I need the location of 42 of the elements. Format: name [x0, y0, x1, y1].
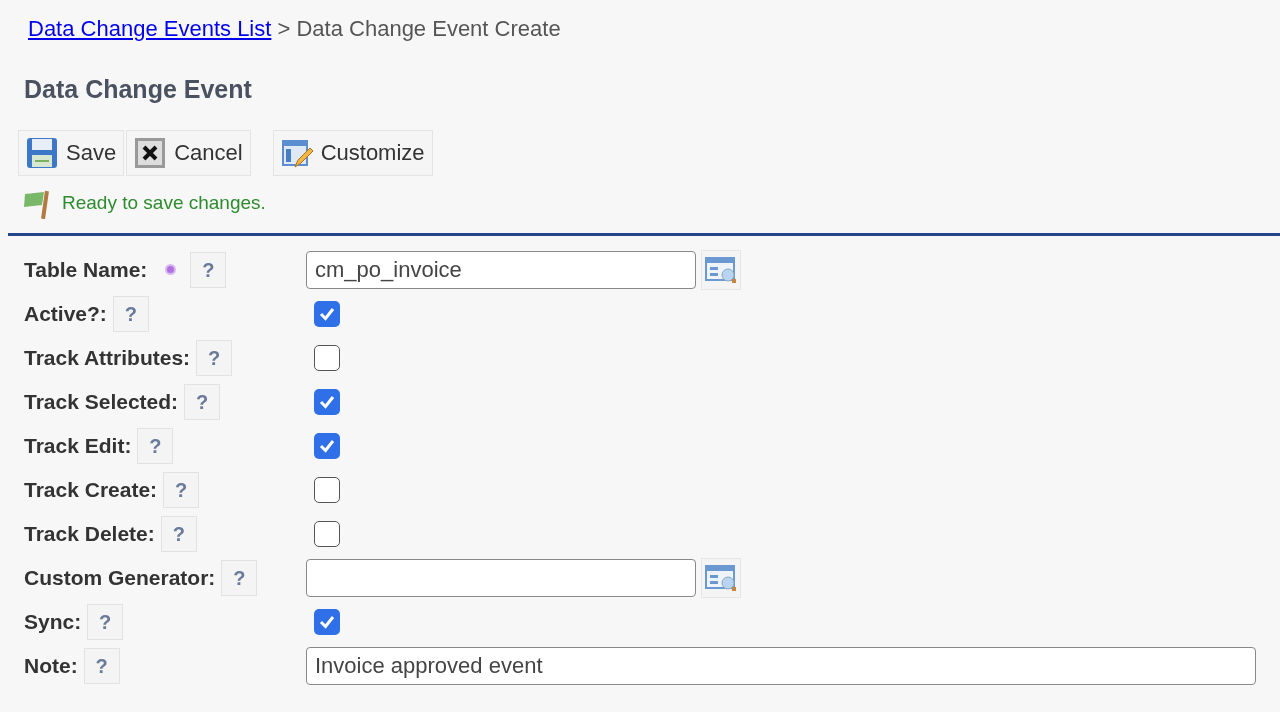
field-label: Track Selected:	[24, 388, 179, 415]
help-button[interactable]: ?	[87, 603, 124, 640]
help-button[interactable]: ?	[190, 251, 227, 288]
help-button[interactable]: ?	[112, 295, 149, 332]
help-button[interactable]: ?	[221, 559, 258, 596]
help-button[interactable]: ?	[83, 647, 120, 684]
page-heading: Data Change Event	[24, 74, 253, 105]
checkbox[interactable]	[314, 608, 340, 635]
field-label: Sync:	[24, 608, 82, 635]
breadcrumb-link[interactable]: Data Change Events List	[28, 16, 272, 41]
help-button[interactable]: ?	[196, 339, 233, 376]
field-label: Custom Generator:	[24, 564, 216, 591]
input-field[interactable]	[306, 558, 696, 597]
input-field[interactable]: Invoice approved event	[306, 646, 1256, 685]
input-field[interactable]: cm_po_invoice	[306, 250, 696, 289]
field-label: Active?:	[24, 300, 107, 327]
field-label: Table Name:	[24, 256, 148, 283]
help-button[interactable]: ?	[137, 427, 174, 464]
checkbox[interactable]	[314, 476, 340, 503]
field-label: Track Delete:	[24, 520, 155, 547]
field-label: Track Create:	[24, 476, 158, 503]
checkbox[interactable]	[314, 520, 340, 547]
help-button[interactable]: ?	[160, 515, 197, 552]
checkbox[interactable]	[314, 432, 340, 459]
breadcrumb-current: Data Change Event Create	[296, 16, 561, 41]
lookup-button[interactable]	[701, 557, 741, 598]
cancel-button[interactable]: Cancel	[126, 129, 251, 176]
checkbox[interactable]	[314, 344, 340, 371]
save-button[interactable]: Save	[18, 129, 125, 176]
help-button[interactable]: ?	[184, 383, 221, 420]
close-icon	[134, 136, 167, 169]
field-label: Track Attributes:	[24, 344, 191, 371]
checkbox[interactable]	[314, 388, 340, 415]
lookup-button[interactable]	[701, 249, 741, 290]
field-label: Track Edit:	[24, 432, 132, 459]
flag-icon	[22, 188, 52, 219]
field-label: Note:	[24, 652, 78, 679]
breadcrumb-separator: >	[276, 16, 292, 41]
customize-button[interactable]: Customize	[272, 129, 433, 176]
checkbox[interactable]	[314, 300, 340, 327]
help-button[interactable]: ?	[163, 471, 200, 508]
status-message: Ready to save changes.	[62, 191, 266, 216]
